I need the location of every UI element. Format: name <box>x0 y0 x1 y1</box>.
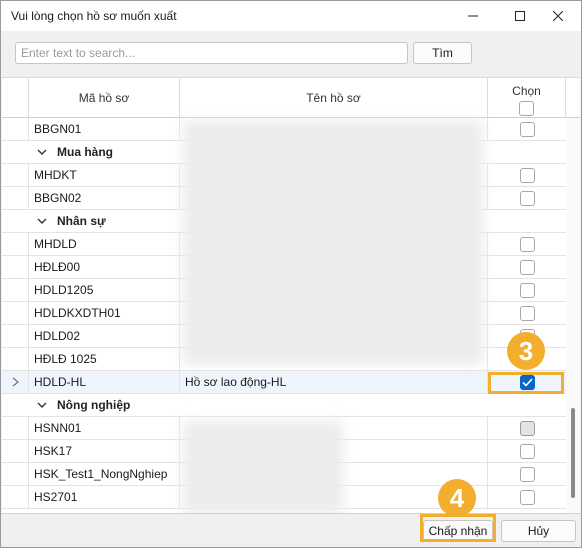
row-checkbox[interactable] <box>519 443 535 459</box>
cell-code: HDLD-HL <box>29 371 180 393</box>
row-indicator <box>2 348 29 370</box>
cell-select <box>488 417 566 439</box>
row-checkbox[interactable] <box>519 167 535 183</box>
row-checkbox[interactable] <box>519 190 535 206</box>
row-indicator <box>2 118 29 140</box>
step-badge-3: 3 <box>507 332 545 370</box>
cell-code: HS2701 <box>29 486 180 508</box>
row-indicator <box>2 279 29 301</box>
current-row-icon <box>12 377 19 387</box>
highlight-accept <box>420 514 496 542</box>
cell-code: MHDLD <box>29 233 180 255</box>
select-all-checkbox[interactable] <box>519 101 534 116</box>
cell-code: HDLD1205 <box>29 279 180 301</box>
find-button[interactable]: Tìm <box>413 42 472 64</box>
minimize-icon <box>468 15 478 17</box>
row-indicator <box>2 463 29 485</box>
column-header-select: Chọn <box>488 78 566 118</box>
redacted-area <box>183 121 483 365</box>
window-title: Vui lòng chọn hồ sơ muốn xuất <box>11 9 177 23</box>
chevron-down-icon[interactable] <box>37 400 47 410</box>
cell-code: HDLD02 <box>29 325 180 347</box>
indicator-header <box>2 78 29 118</box>
row-checkbox[interactable] <box>519 236 535 252</box>
group-row[interactable]: Nông nghiệp <box>2 394 566 417</box>
cell-select <box>488 164 566 186</box>
column-header-name[interactable]: Tên hồ sơ <box>180 78 488 118</box>
cell-select <box>488 463 566 485</box>
group-label: Nhân sự <box>57 214 106 228</box>
row-indicator <box>2 164 29 186</box>
cell-select <box>488 279 566 301</box>
search-toolbar: Tìm <box>1 31 581 77</box>
cell-code: MHDKT <box>29 164 180 186</box>
cell-select <box>488 486 566 508</box>
row-checkbox[interactable] <box>519 121 535 137</box>
row-indicator <box>2 371 29 393</box>
row-indicator <box>2 233 29 255</box>
table-row[interactable]: HDLD-HL Hồ sơ lao động-HL <box>2 371 566 394</box>
cancel-button[interactable]: Hủy <box>501 520 576 542</box>
cell-select <box>488 302 566 324</box>
cell-code: BBGN02 <box>29 187 180 209</box>
export-dialog: Vui lòng chọn hồ sơ muốn xuất Tìm Mã hồ … <box>0 0 582 548</box>
cell-code: HDLDKXDTH01 <box>29 302 180 324</box>
step-badge-4: 4 <box>438 479 476 517</box>
close-icon <box>553 11 563 21</box>
cell-code: HSNN01 <box>29 417 180 439</box>
chevron-down-icon[interactable] <box>37 216 47 226</box>
cell-select <box>488 440 566 462</box>
cell-code: HSK17 <box>29 440 180 462</box>
row-indicator <box>2 486 29 508</box>
highlight-checkbox <box>488 372 564 394</box>
grid-header: Mã hồ sơ Tên hồ sơ Chọn <box>2 78 580 118</box>
row-checkbox[interactable] <box>519 259 535 275</box>
cell-name: Hồ sơ lao động-HL <box>180 371 488 393</box>
row-checkbox[interactable] <box>519 420 535 436</box>
search-input[interactable] <box>15 42 408 64</box>
row-indicator <box>2 187 29 209</box>
redacted-area <box>183 421 343 513</box>
close-button[interactable] <box>536 1 580 31</box>
row-indicator <box>2 325 29 347</box>
cell-code: HSK_Test1_NongNghiep <box>29 463 180 485</box>
cell-code: BBGN01 <box>29 118 180 140</box>
cell-select <box>488 187 566 209</box>
column-header-select-label: Chọn <box>512 84 541 98</box>
row-checkbox[interactable] <box>519 282 535 298</box>
cell-select <box>488 118 566 140</box>
cell-select <box>488 256 566 278</box>
cell-code: HĐLĐ00 <box>29 256 180 278</box>
row-indicator <box>2 256 29 278</box>
scrollbar-thumb[interactable] <box>571 408 575 498</box>
row-indicator <box>2 302 29 324</box>
column-header-code[interactable]: Mã hồ sơ <box>29 78 180 118</box>
row-checkbox[interactable] <box>519 305 535 321</box>
group-label: Nông nghiệp <box>57 398 131 412</box>
row-indicator <box>2 417 29 439</box>
vertical-scrollbar[interactable] <box>566 118 580 513</box>
group-label: Mua hàng <box>57 145 113 159</box>
cell-select <box>488 233 566 255</box>
maximize-icon <box>515 11 525 21</box>
row-checkbox[interactable] <box>519 466 535 482</box>
row-checkbox[interactable] <box>519 489 535 505</box>
minimize-button[interactable] <box>451 1 495 31</box>
cell-code: HĐLĐ 1025 <box>29 348 180 370</box>
title-bar: Vui lòng chọn hồ sơ muốn xuất <box>1 1 581 31</box>
row-indicator <box>2 440 29 462</box>
chevron-down-icon[interactable] <box>37 147 47 157</box>
